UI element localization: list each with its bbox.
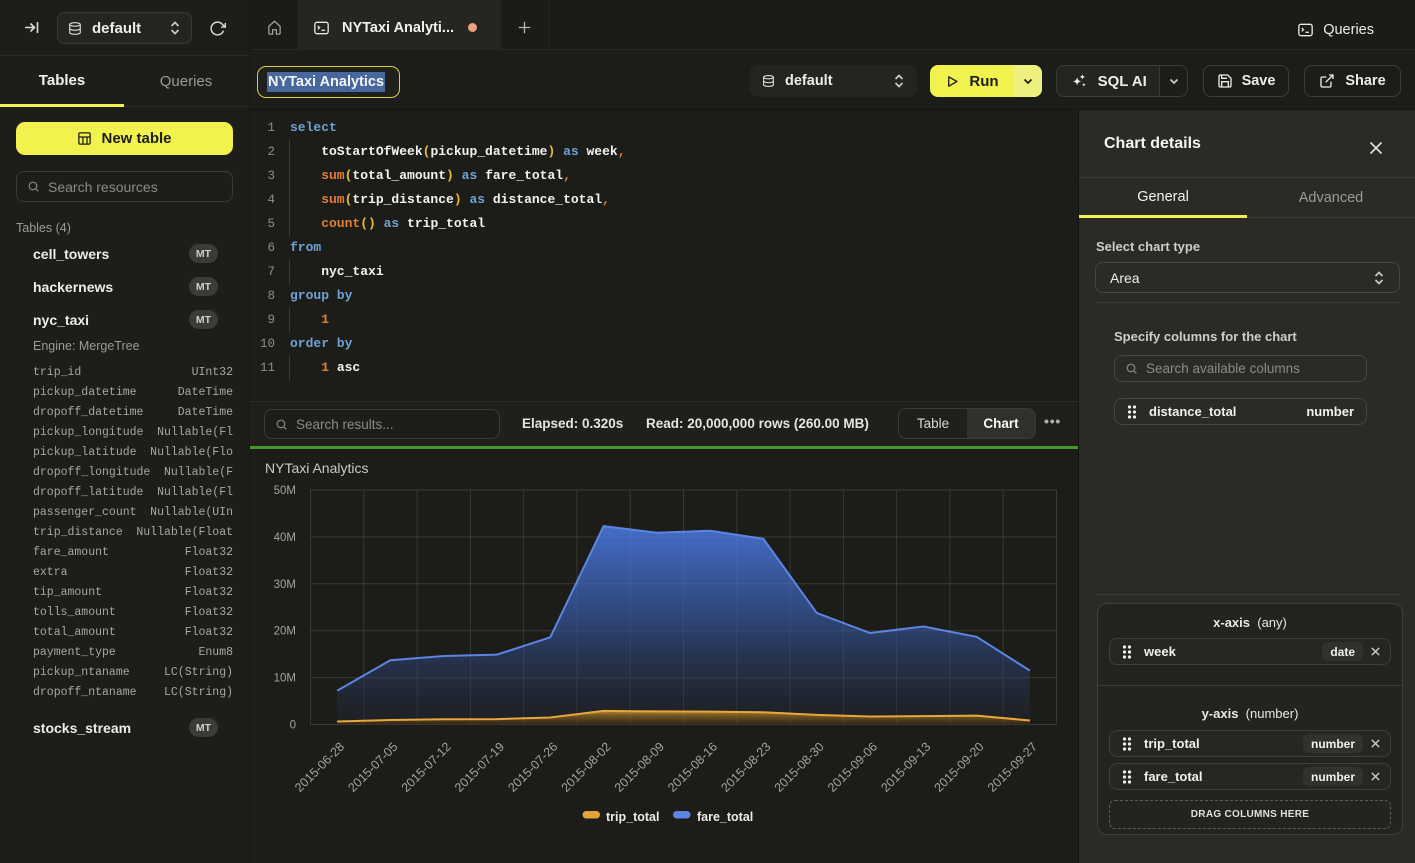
svg-text:2015-09-06: 2015-09-06 [825, 740, 880, 795]
svg-text:2015-08-02: 2015-08-02 [559, 740, 614, 795]
svg-text:2015-07-12: 2015-07-12 [399, 740, 454, 795]
svg-text:2015-08-09: 2015-08-09 [612, 740, 667, 795]
svg-text:2015-07-05: 2015-07-05 [345, 740, 400, 795]
svg-text:fare_total: fare_total [697, 810, 753, 824]
svg-text:2015-09-13: 2015-09-13 [878, 740, 933, 795]
svg-text:2015-07-26: 2015-07-26 [505, 740, 560, 795]
svg-text:2015-07-19: 2015-07-19 [452, 740, 507, 795]
svg-text:0: 0 [290, 720, 296, 732]
svg-text:2015-06-28: 2015-06-28 [292, 740, 347, 795]
svg-text:2015-08-23: 2015-08-23 [718, 740, 773, 795]
svg-text:NYTaxi Analytics: NYTaxi Analytics [265, 460, 368, 476]
svg-text:2015-09-20: 2015-09-20 [932, 740, 987, 795]
svg-text:trip_total: trip_total [606, 810, 659, 824]
svg-text:50M: 50M [274, 485, 296, 497]
svg-text:20M: 20M [274, 626, 296, 638]
svg-text:2015-09-27: 2015-09-27 [985, 740, 1040, 795]
svg-text:2015-08-16: 2015-08-16 [665, 740, 720, 795]
svg-text:40M: 40M [274, 532, 296, 544]
svg-text:10M: 10M [274, 673, 296, 685]
svg-text:2015-08-30: 2015-08-30 [772, 740, 827, 795]
svg-text:30M: 30M [274, 579, 296, 591]
